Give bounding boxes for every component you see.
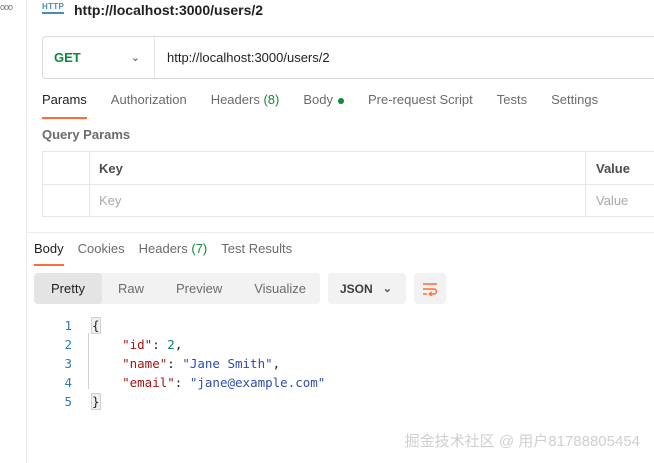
watermark: 掘金技术社区 @ 用户81788805454: [404, 433, 640, 450]
checkbox-column-header: [43, 152, 90, 184]
query-params-table: Key Value Key Value: [42, 151, 654, 217]
code-line: 2 "id": 2,: [34, 335, 325, 354]
visualize-button[interactable]: Visualize: [238, 273, 322, 304]
left-rail: ooo: [0, 0, 27, 463]
key-input[interactable]: Key: [90, 184, 586, 216]
table-row: Key Value: [43, 184, 654, 216]
tab-pre-request-script[interactable]: Pre-request Script: [368, 92, 473, 116]
tab-test-results[interactable]: Test Results: [221, 241, 292, 263]
name-value: "Jane Smith": [182, 356, 273, 371]
response-body-code: 1 { 2 "id": 2, 3 "name": "Jane Smith", 4…: [34, 316, 325, 411]
request-bar: GET ⌄ http://localhost:3000/users/2: [42, 36, 654, 79]
response-tabs: Body Cookies Headers (7) Test Results: [34, 241, 292, 266]
tab-authorization[interactable]: Authorization: [111, 92, 187, 116]
url-input[interactable]: http://localhost:3000/users/2: [167, 50, 330, 65]
method-select[interactable]: GET ⌄: [43, 37, 155, 78]
query-params-title: Query Params: [42, 127, 131, 142]
id-value: 2: [167, 337, 175, 352]
pretty-button[interactable]: Pretty: [34, 273, 102, 304]
key-column-header: Key: [90, 152, 586, 184]
body-indicator-dot: [337, 97, 344, 104]
wrap-lines-icon: [423, 282, 438, 296]
format-select[interactable]: JSON ⌄: [328, 273, 406, 304]
line-number: 1: [64, 318, 72, 333]
code-line: 4 "email": "jane@example.com": [34, 373, 325, 392]
value-input[interactable]: Value: [586, 184, 654, 216]
request-title[interactable]: http://localhost:3000/users/2: [74, 2, 263, 18]
code-line: 5 }: [34, 392, 325, 411]
tab-body[interactable]: Body: [303, 92, 344, 116]
email-key: "email": [122, 375, 175, 390]
table-header-row: Key Value: [43, 152, 654, 185]
request-title-bar: HTTP http://localhost:3000/users/2: [42, 0, 263, 20]
name-key: "name": [122, 356, 168, 371]
line-number: 4: [64, 375, 72, 390]
section-divider: [26, 232, 654, 233]
view-mode-group: Pretty Raw Preview Visualize: [34, 273, 320, 304]
id-key: "id": [122, 337, 153, 352]
tab-cookies[interactable]: Cookies: [78, 241, 125, 263]
wrap-lines-button[interactable]: [414, 273, 446, 304]
email-value: "jane@example.com": [189, 375, 326, 390]
preview-button[interactable]: Preview: [160, 273, 238, 304]
chevron-down-icon: ⌄: [382, 283, 392, 295]
code-line: 3 "name": "Jane Smith",: [34, 354, 325, 373]
tab-settings[interactable]: Settings: [551, 92, 598, 116]
close-brace: }: [91, 393, 101, 410]
tab-response-body[interactable]: Body: [34, 241, 64, 266]
tab-params[interactable]: Params: [42, 92, 87, 119]
line-number: 5: [64, 394, 72, 409]
headers-count: (8): [263, 92, 280, 107]
value-column-header: Value: [596, 160, 630, 176]
code-line: 1 {: [34, 316, 325, 335]
http-icon: HTTP: [42, 1, 66, 19]
tab-response-headers[interactable]: Headers (7): [139, 241, 208, 263]
row-checkbox-cell: [43, 184, 90, 216]
line-number: 3: [64, 356, 72, 371]
open-brace: {: [91, 317, 101, 334]
chevron-down-icon: ⌄: [130, 52, 140, 64]
tab-tests[interactable]: Tests: [497, 92, 527, 116]
more-options-icon[interactable]: ooo: [0, 2, 13, 12]
raw-button[interactable]: Raw: [102, 273, 160, 304]
line-number: 2: [64, 337, 72, 352]
format-label: JSON: [340, 281, 373, 296]
request-tabs: Params Authorization Headers (8) Body Pr…: [42, 92, 598, 119]
tab-headers[interactable]: Headers (8): [211, 92, 280, 116]
response-headers-count: (7): [191, 241, 208, 256]
method-label: GET: [54, 50, 81, 65]
